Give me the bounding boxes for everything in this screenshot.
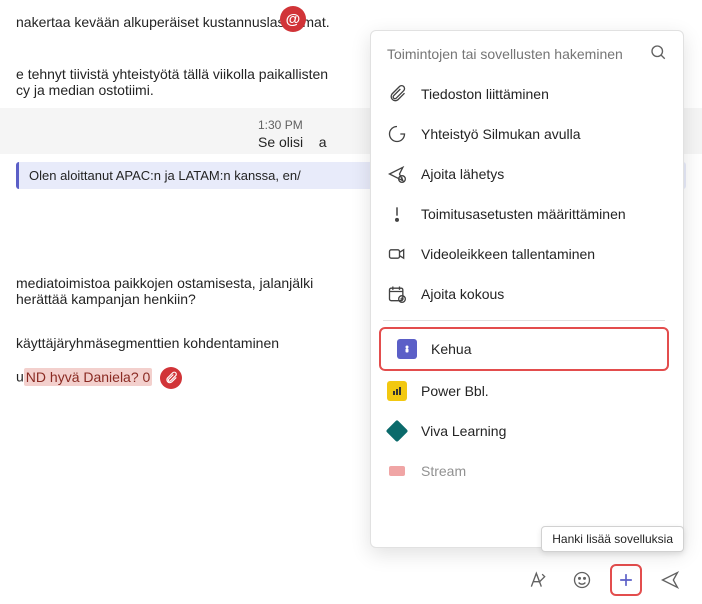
exclaim-icon	[387, 204, 407, 224]
action-schedule-meeting[interactable]: Ajoita kokous	[371, 274, 677, 314]
text-fragment: e	[16, 66, 28, 82]
menu-item-label: Viva Learning	[421, 423, 506, 439]
send-later-icon	[387, 164, 407, 184]
text-fragment: mediatoimistoa paikkojen ostamisesta, ja…	[16, 275, 313, 291]
menu-item-label: Ajoita lähetys	[421, 166, 504, 182]
action-attach-file[interactable]: Tiedoston liittäminen	[371, 74, 677, 114]
popup-search-row	[371, 31, 683, 74]
action-delivery-options[interactable]: Toimitusasetusten määrittäminen	[371, 194, 677, 234]
video-icon	[387, 244, 407, 264]
search-icon	[649, 43, 667, 64]
get-more-apps-tooltip: Hanki lisää sovelluksia	[541, 526, 684, 552]
text-fragment: herättää kampanjan henkiin?	[16, 291, 196, 307]
text-fragment: cy ja median ostotiimi.	[16, 82, 154, 98]
menu-item-label: Kehua	[431, 341, 471, 357]
paperclip-icon	[387, 84, 407, 104]
app-stream[interactable]: Stream	[371, 451, 677, 491]
menu-item-label: Yhteistyö Silmukan avulla	[421, 126, 581, 142]
powerbbl-app-icon	[387, 381, 407, 401]
attachment-badge-icon	[160, 367, 182, 389]
emoji-button[interactable]	[566, 564, 598, 596]
menu-item-label: Tiedoston liittäminen	[421, 86, 549, 102]
actions-apps-button[interactable]	[610, 564, 642, 596]
text-fragment: u	[16, 369, 24, 385]
action-loop[interactable]: Yhteistyö Silmukan avulla	[371, 114, 677, 154]
app-viva-learning[interactable]: Viva Learning	[371, 411, 677, 451]
mention-badge-icon: @	[280, 6, 306, 32]
compose-toolbar	[522, 564, 686, 596]
at-glyph: @	[286, 11, 301, 28]
app-power-bbl[interactable]: Power Bbl.	[371, 371, 677, 411]
app-kehua[interactable]: Kehua	[379, 327, 669, 371]
loop-icon	[387, 124, 407, 144]
action-record-video[interactable]: Videoleikkeen tallentaminen	[371, 234, 677, 274]
kehua-app-icon	[397, 339, 417, 359]
menu-item-label: Stream	[421, 463, 466, 479]
menu-item-label: Power Bbl.	[421, 383, 489, 399]
send-button[interactable]	[654, 564, 686, 596]
popup-scroll-area[interactable]: Tiedoston liittäminen Yhteistyö Silmukan…	[371, 74, 683, 547]
menu-item-label: Ajoita kokous	[421, 286, 504, 302]
actions-apps-popup: Tiedoston liittäminen Yhteistyö Silmukan…	[370, 30, 684, 548]
action-schedule-send[interactable]: Ajoita lähetys	[371, 154, 677, 194]
popup-divider	[383, 320, 665, 321]
viva-app-icon	[387, 421, 407, 441]
menu-item-label: Videoleikkeen tallentaminen	[421, 246, 595, 262]
stream-app-icon	[387, 461, 407, 481]
text-fragment: tehnyt tiivistä yhteistyötä tällä viikol…	[28, 66, 328, 82]
popup-search-input[interactable]	[387, 46, 649, 62]
calendar-add-icon	[387, 284, 407, 304]
menu-item-label: Toimitusasetusten määrittäminen	[421, 206, 626, 222]
format-button[interactable]	[522, 564, 554, 596]
highlighted-text: ND hyvä Daniela? 0	[24, 368, 153, 386]
